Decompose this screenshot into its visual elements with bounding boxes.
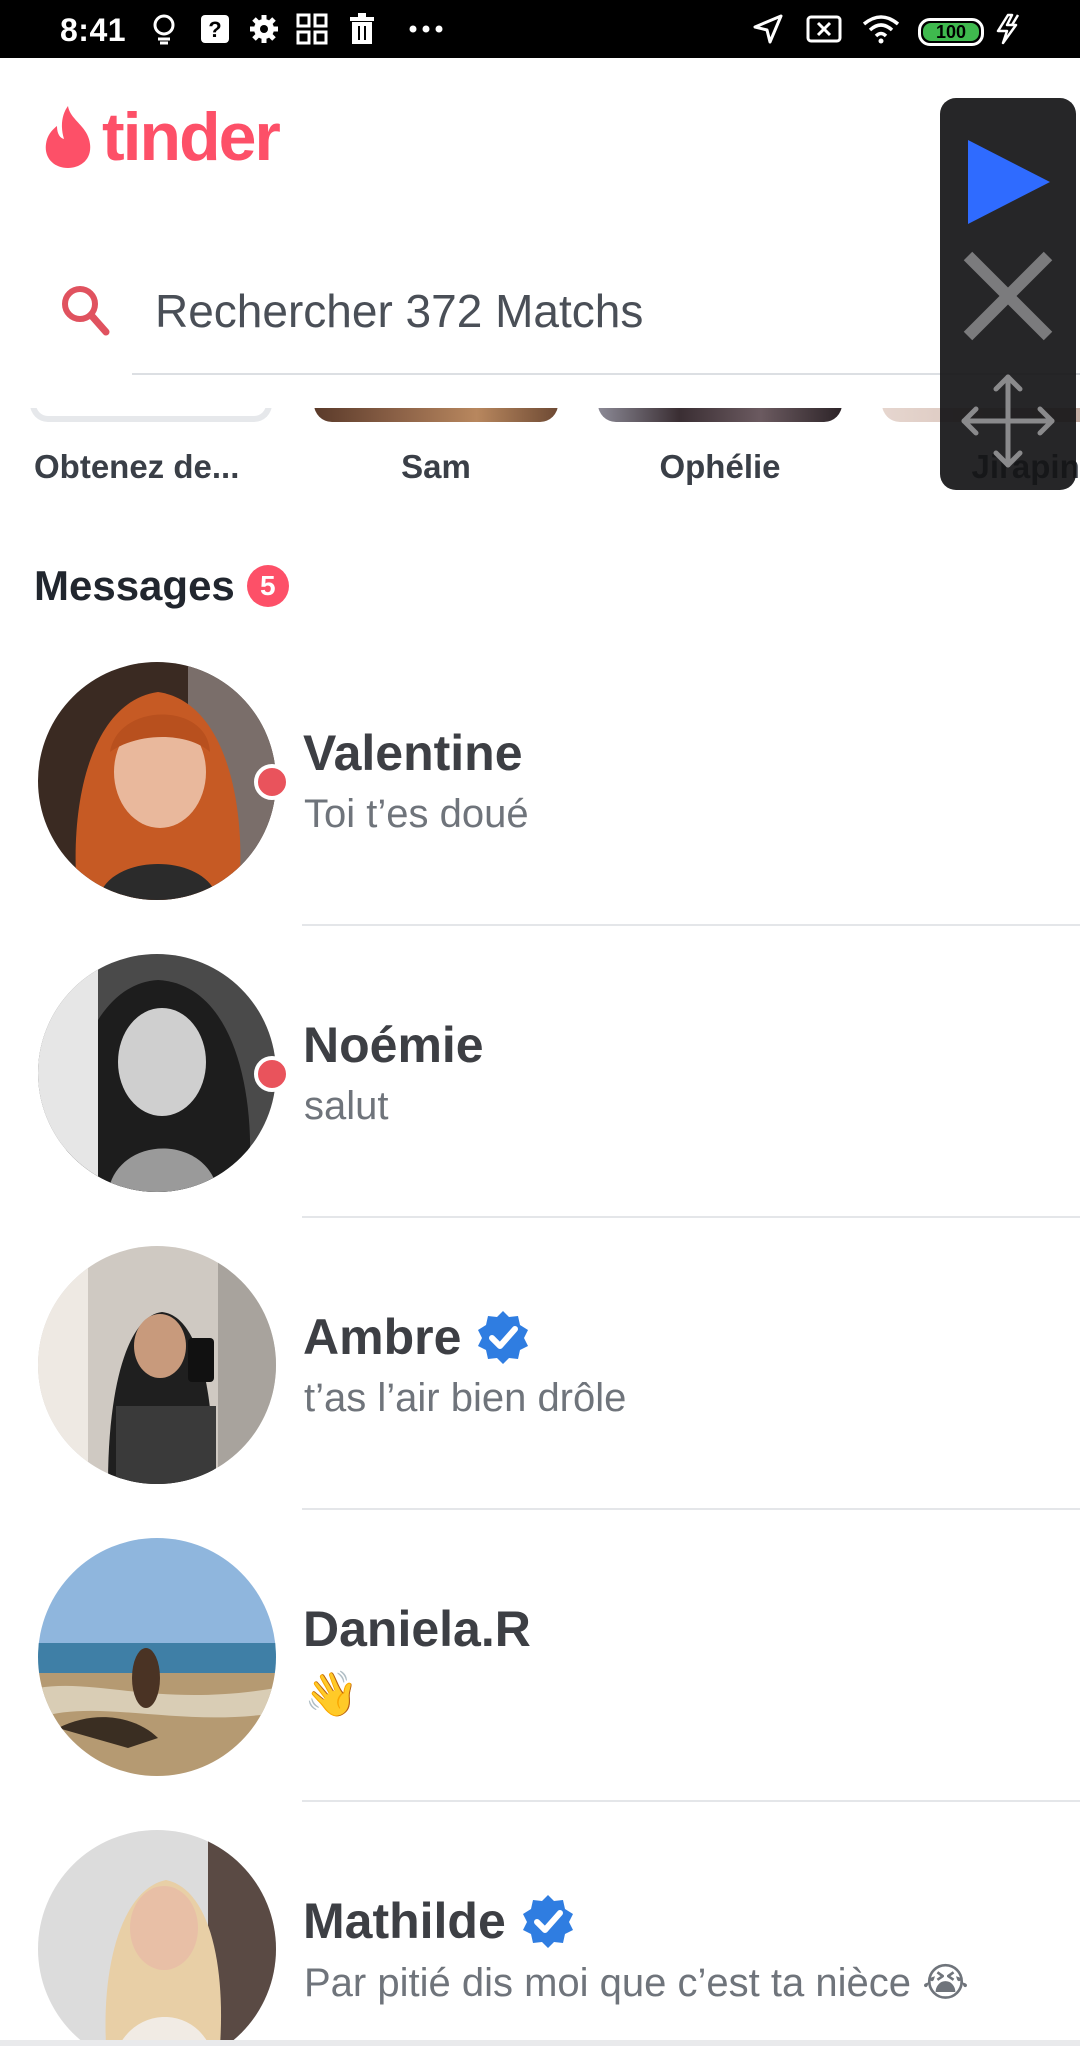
avatar (38, 954, 276, 1192)
gear-icon (248, 13, 280, 45)
tinder-logo: tinder (40, 98, 281, 176)
message-preview: 👋 (304, 1670, 359, 1719)
messages-title: Messages (34, 562, 235, 609)
wifi-icon (862, 13, 900, 45)
unread-dot (254, 764, 290, 800)
message-preview: salut (304, 1084, 389, 1128)
avatar (38, 662, 276, 900)
bottom-divider (0, 2040, 1080, 2046)
conversation-row[interactable]: Mathilde Par pitié dis moi que c’est ta … (0, 1830, 1080, 2046)
move-icon[interactable] (960, 373, 1056, 474)
conversation-row[interactable]: Noémie salut (0, 954, 1080, 1246)
messages-count-badge: 5 (246, 565, 289, 607)
avatar (38, 1538, 276, 1776)
help-box-icon: ? (200, 13, 230, 45)
avatar (38, 1830, 276, 2046)
battery-icon: 100 (918, 18, 984, 46)
floating-control-panel[interactable] (940, 98, 1076, 490)
flame-icon (45, 106, 91, 168)
match-thumbnail (30, 408, 272, 422)
match-label: Ophélie (659, 448, 781, 485)
location-arrow-icon (752, 13, 784, 45)
contact-name: Noémie (303, 1016, 484, 1074)
battery-level: 100 (923, 22, 979, 42)
match-item[interactable]: Sam (306, 408, 558, 498)
contact-name: Valentine (303, 724, 523, 782)
contact-name: Daniela.R (303, 1600, 531, 1658)
trash-icon (348, 13, 376, 45)
search-underline (132, 373, 1080, 375)
row-divider (302, 1508, 1080, 1510)
matches-carousel[interactable]: Obtenez de... Sam Ophélie Jirapinya (0, 408, 1080, 498)
avatar (38, 1246, 276, 1484)
contact-name: Mathilde (303, 1892, 576, 1950)
verified-badge-icon (475, 1309, 531, 1365)
message-preview: Toi t’es doué (304, 792, 529, 836)
play-icon[interactable] (962, 136, 1054, 233)
row-divider (302, 1800, 1080, 1802)
unread-dot (254, 1056, 290, 1092)
contact-name-text: Noémie (303, 1017, 484, 1073)
search-input[interactable]: Rechercher 372 Matchs (155, 284, 643, 338)
message-preview: Par pitié dis moi que c’est ta nièce 😭 (304, 1961, 969, 2005)
status-time: 8:41 (60, 12, 127, 48)
apps-grid-icon (296, 13, 328, 45)
match-thumbnail (598, 408, 842, 422)
search-bar[interactable]: Rechercher 372 Matchs (0, 270, 1080, 376)
match-item[interactable]: Ophélie (590, 408, 842, 498)
charging-icon (994, 13, 1024, 45)
search-icon (60, 284, 112, 345)
conversation-row[interactable]: Valentine Toi t’es doué (0, 662, 1080, 954)
contact-name-text: Ambre (303, 1309, 462, 1365)
match-item[interactable]: Obtenez de... (0, 408, 272, 498)
match-label: Obtenez de... (34, 448, 240, 485)
contact-name-text: Mathilde (303, 1893, 506, 1949)
sim-off-icon (806, 13, 842, 45)
message-preview: t’as l’air bien drôle (304, 1376, 627, 1420)
lightbulb-icon (150, 13, 178, 45)
contact-name-text: Daniela.R (303, 1601, 531, 1657)
contact-name-text: Valentine (303, 725, 523, 781)
verified-badge-icon (520, 1893, 576, 1949)
row-divider (302, 1216, 1080, 1218)
logo-text: tinder (102, 99, 281, 175)
row-divider (302, 924, 1080, 926)
contact-name: Ambre (303, 1308, 531, 1366)
conversation-row[interactable]: Daniela.R 👋 (0, 1538, 1080, 1830)
match-label: Sam (401, 448, 471, 485)
close-icon[interactable] (960, 248, 1056, 349)
conversation-row[interactable]: Ambre t’as l’air bien drôle (0, 1246, 1080, 1538)
more-dots-icon (408, 13, 444, 45)
status-bar: 8:41 ? 100 (0, 0, 1080, 58)
messages-header: Messages 5 (34, 562, 289, 610)
svg-text:?: ? (208, 17, 221, 42)
match-thumbnail (314, 408, 558, 422)
